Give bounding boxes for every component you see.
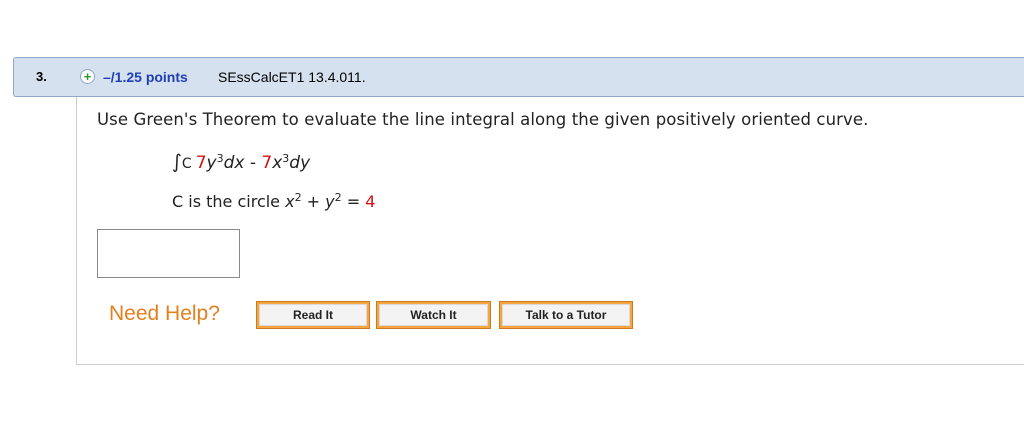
curve-description: C is the circle x2 + y2 = 4 <box>172 192 375 211</box>
line-integral: ∫C 7y3dx - 7x3dy <box>172 151 310 173</box>
term-y: y <box>206 153 217 173</box>
minus-sign: - <box>244 153 262 173</box>
watch-it-button[interactable]: Watch It <box>376 301 491 329</box>
question-prompt: Use Green's Theorem to evaluate the line… <box>97 110 869 129</box>
integral-subscript: C <box>181 156 192 172</box>
curve-y: y <box>325 192 335 211</box>
curve-prefix: C is the circle <box>172 192 286 211</box>
curve-radius-squared: 4 <box>365 192 376 211</box>
curve-plus: + <box>301 192 326 211</box>
dx: dx <box>223 153 245 173</box>
question-points: –/1.25 points <box>103 69 188 85</box>
need-help-label: Need Help? <box>109 302 220 325</box>
curve-x-exponent: 2 <box>294 191 302 204</box>
watch-it-label: Watch It <box>379 304 488 326</box>
coefficient-1: 7 <box>195 153 207 173</box>
term-x: x <box>272 153 283 173</box>
coefficient-2: 7 <box>261 153 273 173</box>
answer-input[interactable] <box>97 229 240 278</box>
curve-x: x <box>285 192 295 211</box>
read-it-label: Read It <box>259 304 367 326</box>
curve-equals: = <box>341 192 366 211</box>
question-source: SEssCalcET1 13.4.011. <box>218 69 366 85</box>
talk-to-tutor-label: Talk to a Tutor <box>502 304 630 326</box>
question-number: 3. <box>36 69 47 84</box>
curve-y-exponent: 2 <box>334 191 342 204</box>
dy: dy <box>289 153 311 173</box>
integral-symbol: ∫ <box>172 151 182 173</box>
exponent-1: 3 <box>216 152 224 165</box>
talk-to-tutor-button[interactable]: Talk to a Tutor <box>499 301 633 329</box>
expand-plus-icon[interactable]: + <box>80 69 95 84</box>
read-it-button[interactable]: Read It <box>256 301 370 329</box>
